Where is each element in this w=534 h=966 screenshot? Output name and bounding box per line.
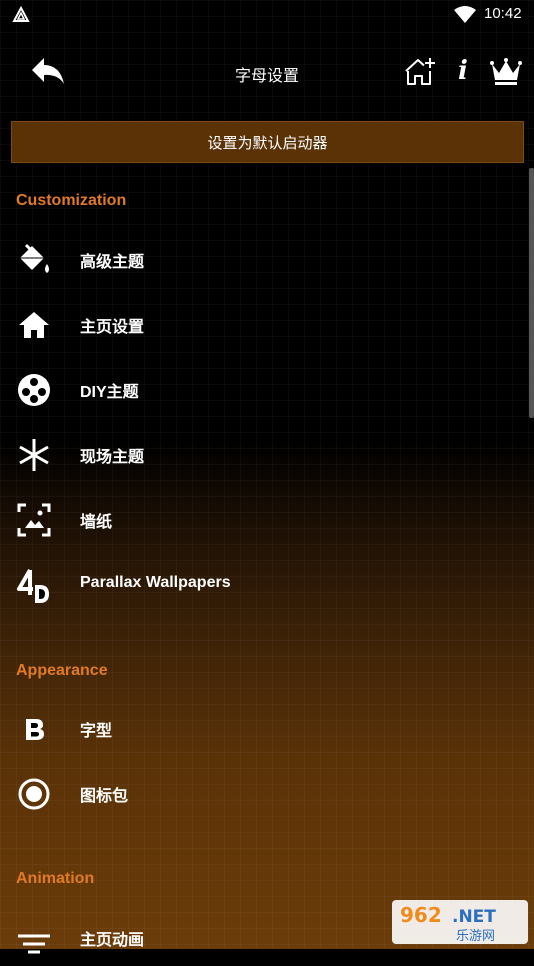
svg-text:962: 962	[400, 903, 442, 927]
menu-item-label: 高级主题	[80, 254, 145, 271]
menu-item-label: 字型	[80, 723, 113, 740]
set-default-launcher-button[interactable]: 设置为默认启动器	[11, 121, 524, 163]
menu-item-font[interactable]: 字型	[0, 701, 534, 757]
filter-lines-icon	[18, 934, 50, 954]
paint-bucket-icon	[20, 243, 49, 273]
menu-item-label: DIY主题	[80, 384, 139, 401]
menu-item-label: 主页设置	[80, 319, 145, 336]
menu-item-live-themes[interactable]: 现场主题	[0, 427, 534, 483]
launcher-status-icon	[12, 6, 30, 22]
section-header-customization: Customization	[16, 192, 127, 209]
menu-item-premium-themes[interactable]: 高级主题	[0, 232, 534, 288]
menu-item-label: Parallax Wallpapers	[80, 574, 231, 591]
home-add-icon[interactable]	[403, 56, 437, 88]
film-reel-icon	[18, 374, 50, 406]
top-app-bar: 字母设置 i	[0, 44, 534, 102]
wifi-icon	[454, 6, 476, 23]
menu-item-label: 现场主题	[80, 449, 145, 466]
watermark-logo: 962 .NET 乐游网	[392, 900, 528, 944]
menu-item-label: 墙纸	[80, 514, 113, 531]
menu-item-parallax-wallpapers[interactable]: Parallax Wallpapers	[0, 558, 534, 614]
status-bar: 10:42	[0, 0, 534, 30]
menu-item-icon-pack[interactable]: 图标包	[0, 766, 534, 822]
wallpaper-icon	[17, 503, 51, 537]
info-icon[interactable]: i	[452, 56, 474, 88]
set-default-launcher-label: 设置为默认启动器	[207, 133, 328, 152]
menu-item-label: 主页动画	[80, 932, 145, 949]
radio-target-icon	[18, 778, 50, 810]
4d-icon	[17, 568, 49, 603]
menu-item-label: 图标包	[80, 788, 129, 805]
asterisk-icon	[19, 439, 49, 471]
section-header-appearance: Appearance	[16, 662, 108, 679]
clock: 10:42	[484, 5, 522, 22]
section-header-animation: Animation	[16, 870, 95, 887]
menu-item-home-settings[interactable]: 主页设置	[0, 297, 534, 353]
svg-text:乐游网: 乐游网	[456, 929, 495, 944]
crown-icon[interactable]	[489, 56, 523, 86]
svg-text:.NET: .NET	[452, 907, 496, 927]
menu-item-wallpapers[interactable]: 墙纸	[0, 492, 534, 548]
menu-item-diy-themes[interactable]: DIY主题	[0, 362, 534, 418]
home-icon	[19, 312, 49, 338]
bold-b-icon	[26, 719, 44, 740]
